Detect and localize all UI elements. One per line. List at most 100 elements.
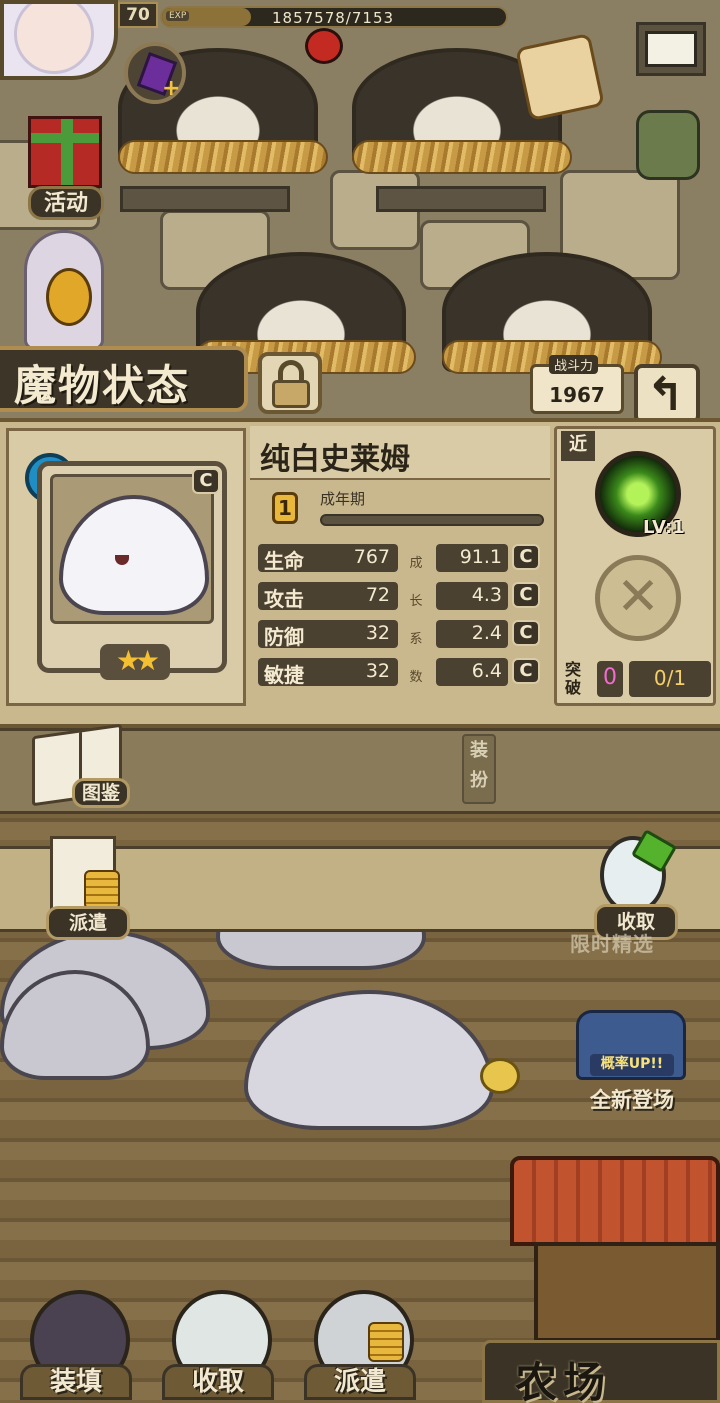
stat-value: 32 [365, 660, 390, 682]
growth-rank-badge: C [512, 544, 540, 570]
dispatch-label: 派遣 [46, 906, 130, 940]
farm-roof [510, 1156, 720, 1246]
growth-level-icon: 1 [262, 488, 304, 530]
farm-button[interactable]: 农场 [482, 1340, 720, 1403]
growth-value: 91.1 [459, 546, 502, 568]
load-label: 装填 [20, 1364, 132, 1400]
dress-up-button[interactable]: 装扮 [462, 734, 496, 804]
lock-body [272, 380, 310, 408]
collect-nav-label: 收取 [162, 1364, 274, 1400]
skill-slot-locked[interactable]: ✕ [595, 555, 681, 641]
breakthrough-progress[interactable]: 0/1 [629, 661, 711, 697]
farm-stall [534, 1242, 720, 1342]
lock-button[interactable] [258, 352, 322, 414]
gacha-egg-button[interactable] [12, 230, 122, 350]
stat-label: 攻击 [264, 587, 304, 611]
dispatch-side-button[interactable]: 派遣 [40, 834, 136, 942]
growth-progress-bar [320, 514, 544, 526]
ladybug-icon[interactable] [305, 28, 343, 64]
stat-label: 敏捷 [264, 663, 304, 687]
growth-row-agility: 6.4 [436, 658, 508, 686]
load-egg-button[interactable]: 装填 [20, 1286, 132, 1403]
add-gems-button[interactable]: + [124, 42, 186, 104]
skill-panel: 近 LV:1 ✕ 突破 0 0/1 [554, 426, 716, 706]
growth-row-attack: 4.3 [436, 582, 508, 610]
monster-card[interactable]: C ★★ [37, 461, 227, 680]
card-rank-badge: C [192, 468, 220, 494]
nest-straw [118, 140, 328, 174]
growth-coef-char: 成 [409, 556, 423, 571]
growth-coef-char: 系 [409, 632, 423, 647]
combat-power: 战斗力 1967 [530, 355, 624, 414]
attack-range-tag: 近 [561, 431, 595, 461]
exp-bar: EXP 1857578/7153 [160, 6, 508, 28]
limited-selection-label: 限时精选 [570, 932, 654, 956]
white-slime-portrait [59, 495, 209, 615]
farm-house [510, 1156, 720, 1346]
event-button[interactable]: 活动 [10, 106, 122, 224]
stat-label: 生命 [264, 549, 304, 573]
nest-shelf [120, 186, 290, 212]
golden-egg-icon [46, 268, 92, 326]
monster-name-plate: 纯白史莱姆 [250, 426, 550, 480]
back-button[interactable]: ↰ [634, 364, 700, 424]
nest-straw [352, 140, 572, 174]
return-arrow-icon: ↰ [646, 367, 685, 421]
coin-stack-icon [368, 1322, 404, 1362]
catalog-button[interactable]: 图鉴 [26, 723, 136, 812]
stat-value: 767 [353, 546, 390, 568]
farm-label: 农场 [515, 1358, 612, 1403]
stat-value: 32 [365, 622, 390, 644]
page-title: 魔物状态 [14, 361, 191, 410]
gift-box-icon [28, 116, 102, 188]
dispatch-nav-button[interactable]: 派遣 [304, 1286, 416, 1403]
rate-up-badge: 概率UP!! [590, 1054, 674, 1076]
growth-stage: 成年期 [320, 490, 366, 508]
growth-coef-char: 长 [409, 594, 423, 609]
chick [480, 1058, 520, 1094]
combat-power-value: 1967 [549, 383, 605, 407]
envelope-icon [645, 31, 697, 67]
growth-value: 6.4 [471, 660, 502, 682]
backpack-button[interactable] [626, 100, 712, 192]
player-level: 70 [118, 2, 158, 28]
growth-level: 1 [272, 492, 298, 524]
monster-portrait [50, 474, 214, 624]
monster-name: 纯白史莱姆 [260, 442, 410, 477]
backpack-icon [636, 110, 700, 180]
dispatch-nav-label: 派遣 [304, 1364, 416, 1400]
growth-value: 4.3 [471, 584, 502, 606]
status-title-plate: 魔物状态 [0, 346, 248, 412]
collect-nav-button[interactable]: 收取 [162, 1286, 274, 1403]
coin-stack-icon [84, 870, 120, 910]
slime-monster [244, 990, 494, 1130]
monster-status-panel: ≋ C ★★ 纯白史莱姆 1 成年期 生命 767 攻击 72 防御 32 敏捷… [0, 418, 720, 728]
stat-value: 72 [365, 584, 390, 606]
catalog-label: 图鉴 [72, 778, 130, 808]
breakthrough-label: 突破 [565, 660, 582, 697]
stat-row-hp: 生命 767 [258, 544, 398, 573]
mail-button[interactable] [636, 22, 706, 76]
growth-row-hp: 91.1 [436, 544, 508, 572]
exp-tag: EXP [166, 11, 190, 21]
star-rating: ★★ [100, 644, 170, 680]
growth-rank-badge: C [512, 582, 540, 608]
plus-icon: + [162, 76, 181, 101]
nest-shelf [376, 186, 546, 212]
stat-label: 防御 [264, 625, 304, 649]
growth-rank-badge: C [512, 620, 540, 646]
quest-scroll-button[interactable] [510, 32, 610, 130]
new-arrival-label: 全新登场 [590, 1087, 674, 1112]
growth-coef-char: 数 [409, 670, 423, 685]
stat-row-attack: 攻击 72 [258, 582, 398, 611]
stat-row-defense: 防御 32 [258, 620, 398, 649]
exp-value: 1857578/7153 [272, 9, 395, 27]
event-label: 活动 [28, 186, 104, 220]
new-arrival-button[interactable]: 概率UP!! 全新登场 [566, 1000, 700, 1122]
limited-selection-button[interactable]: 限时精选 [566, 920, 690, 968]
stat-row-agility: 敏捷 32 [258, 658, 398, 687]
growth-value: 2.4 [471, 622, 502, 644]
growth-rank-badge: C [512, 658, 540, 684]
player-avatar[interactable] [0, 0, 118, 80]
skill-level: LV:1 [643, 517, 685, 538]
